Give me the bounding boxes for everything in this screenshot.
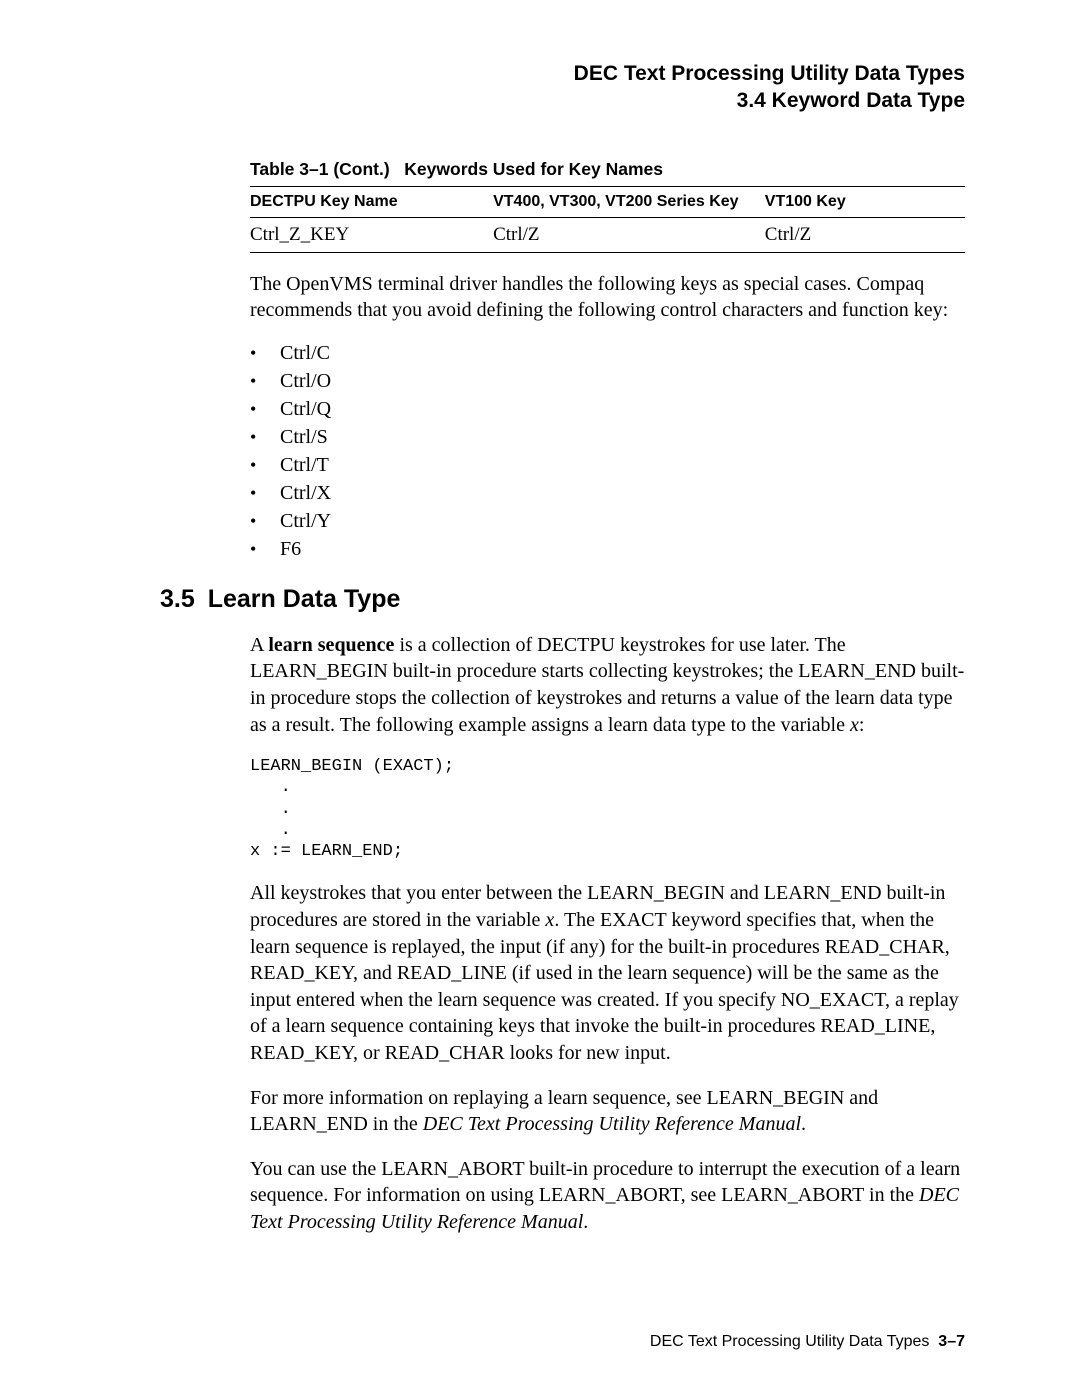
list-item: •Ctrl/T	[250, 454, 965, 477]
bullet-icon: •	[250, 343, 280, 364]
list-item: •Ctrl/Y	[250, 510, 965, 533]
bullet-icon: •	[250, 455, 280, 476]
table-caption-title: Keywords Used for Key Names	[404, 159, 663, 179]
list-item: •Ctrl/X	[250, 482, 965, 505]
list-item-label: Ctrl/O	[280, 370, 331, 393]
bullet-icon: •	[250, 511, 280, 532]
keywords-table: DECTPU Key Name VT400, VT300, VT200 Seri…	[250, 186, 965, 253]
learn-paragraph-1: A learn sequence is a collection of DECT…	[250, 632, 965, 738]
list-item-label: Ctrl/Y	[280, 510, 331, 533]
running-header: DEC Text Processing Utility Data Types 3…	[160, 60, 965, 115]
header-line-1: DEC Text Processing Utility Data Types	[160, 60, 965, 87]
bullet-icon: •	[250, 371, 280, 392]
code-block: LEARN_BEGIN (EXACT); . . . x := LEARN_EN…	[250, 756, 965, 862]
header-line-2: 3.4 Keyword Data Type	[160, 87, 965, 114]
learn-paragraph-3: For more information on replaying a lear…	[250, 1085, 965, 1138]
page: DEC Text Processing Utility Data Types 3…	[0, 0, 1080, 1397]
avoid-keys-list: •Ctrl/C •Ctrl/O •Ctrl/Q •Ctrl/S •Ctrl/T …	[250, 342, 965, 561]
intro-paragraph: The OpenVMS terminal driver handles the …	[250, 271, 965, 324]
table-caption: Table 3–1 (Cont.) Keywords Used for Key …	[250, 159, 965, 180]
learn-paragraph-4: You can use the LEARN_ABORT built-in pro…	[250, 1156, 965, 1236]
td-series-key: Ctrl/Z	[493, 217, 765, 252]
bullet-icon: •	[250, 539, 280, 560]
footer-text: DEC Text Processing Utility Data Types	[650, 1333, 930, 1350]
variable-x: x	[545, 909, 554, 931]
th-series-key: VT400, VT300, VT200 Series Key	[493, 186, 765, 217]
td-vt100-key: Ctrl/Z	[765, 217, 965, 252]
table-row: Ctrl_Z_KEY Ctrl/Z Ctrl/Z	[250, 217, 965, 252]
list-item-label: Ctrl/C	[280, 342, 330, 365]
list-item-label: Ctrl/S	[280, 426, 328, 449]
page-footer: DEC Text Processing Utility Data Types 3…	[650, 1333, 965, 1351]
bullet-icon: •	[250, 427, 280, 448]
learn-paragraph-2: All keystrokes that you enter between th…	[250, 880, 965, 1066]
th-vt100-key: VT100 Key	[765, 186, 965, 217]
text: . The EXACT keyword specifies that, when…	[250, 909, 959, 1064]
term-learn-sequence: learn sequence	[268, 634, 394, 656]
list-item-label: Ctrl/X	[280, 482, 331, 505]
list-item: •Ctrl/S	[250, 426, 965, 449]
th-dectpu-key: DECTPU Key Name	[250, 186, 493, 217]
list-item: •Ctrl/C	[250, 342, 965, 365]
text: A	[250, 634, 268, 656]
td-dectpu-key: Ctrl_Z_KEY	[250, 217, 493, 252]
list-item: •Ctrl/O	[250, 370, 965, 393]
list-item: •F6	[250, 538, 965, 561]
text: You can use the LEARN_ABORT built-in pro…	[250, 1158, 960, 1207]
text: .	[801, 1113, 806, 1135]
reference-manual: DEC Text Processing Utility Reference Ma…	[423, 1113, 801, 1135]
section-number: 3.5	[160, 585, 195, 613]
table-caption-label: Table 3–1 (Cont.)	[250, 159, 390, 179]
content-area: Table 3–1 (Cont.) Keywords Used for Key …	[250, 159, 965, 1236]
bullet-icon: •	[250, 483, 280, 504]
section-heading: 3.5 Learn Data Type	[160, 585, 965, 614]
list-item-label: F6	[280, 538, 301, 561]
table-header-row: DECTPU Key Name VT400, VT300, VT200 Seri…	[250, 186, 965, 217]
text: .	[583, 1211, 588, 1233]
page-number: 3–7	[938, 1333, 965, 1350]
bullet-icon: •	[250, 399, 280, 420]
list-item-label: Ctrl/Q	[280, 398, 331, 421]
variable-x: x	[850, 714, 859, 736]
text: :	[859, 714, 865, 736]
list-item: •Ctrl/Q	[250, 398, 965, 421]
list-item-label: Ctrl/T	[280, 454, 329, 477]
section-title: Learn Data Type	[208, 585, 401, 613]
